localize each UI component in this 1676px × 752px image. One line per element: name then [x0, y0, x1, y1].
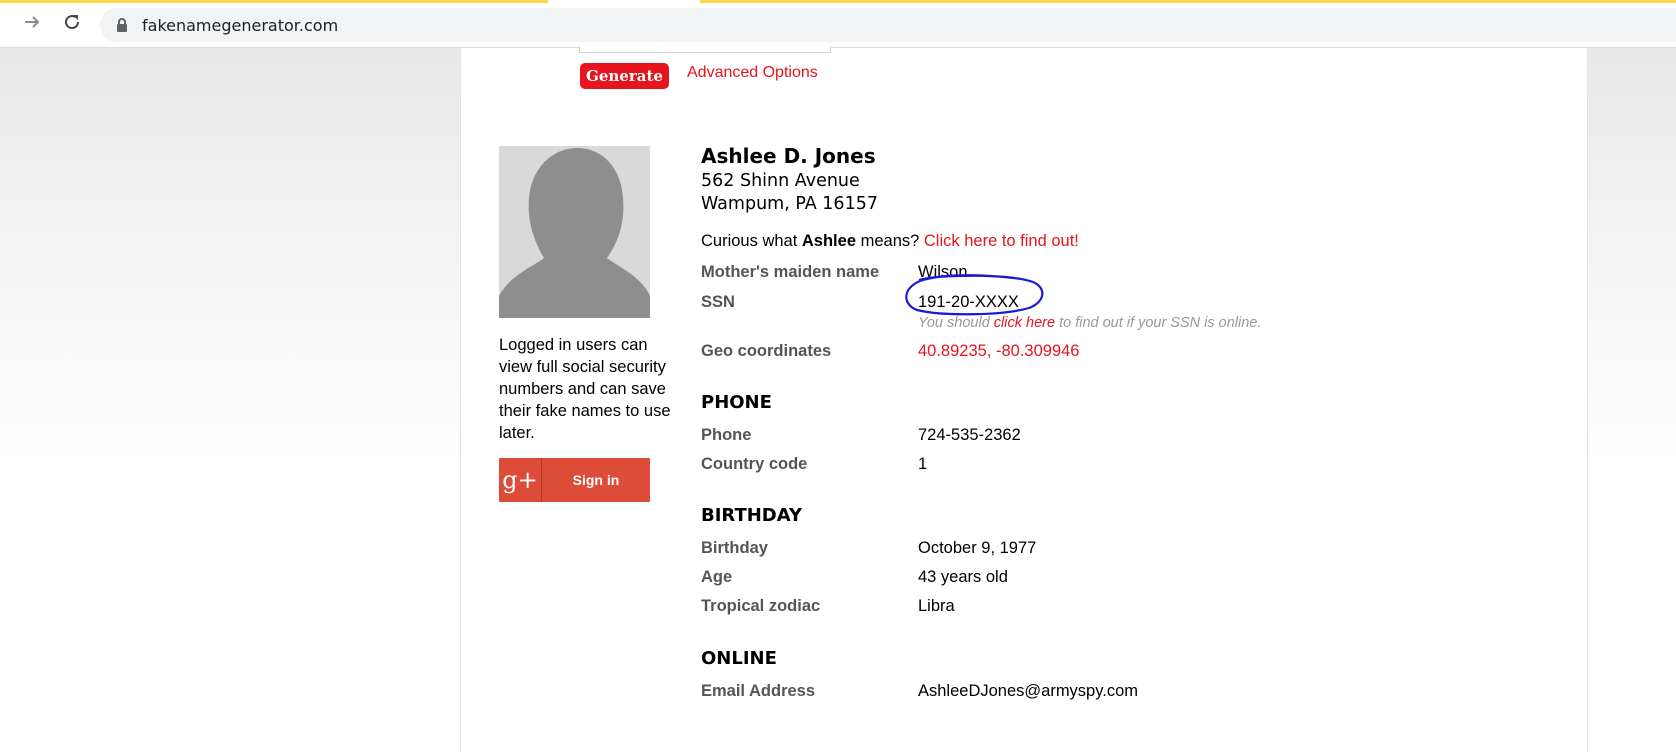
- curious-name: Ashlee: [801, 232, 856, 250]
- ssn-note-prefix: You should: [918, 315, 990, 331]
- birthday-row: Birthday October 9, 1977: [701, 539, 1561, 561]
- google-signin-button[interactable]: g+ Sign in: [499, 458, 650, 502]
- country-code-value: 1: [918, 455, 928, 473]
- online-heading: ONLINE: [701, 648, 777, 669]
- birthday-label: Birthday: [701, 539, 768, 557]
- geo-row: Geo coordinates 40.89235, -80.309946: [701, 342, 1561, 364]
- maiden-name-row: Mother's maiden name Wilson: [701, 263, 1561, 285]
- country-code-row: Country code 1: [701, 455, 1561, 477]
- tab-indicator: [700, 0, 1676, 3]
- name-meaning-prompt: Curious what Ashlee means? Click here to…: [701, 232, 1079, 251]
- ssn-note-suffix: to find out if your SSN is online.: [1059, 315, 1262, 331]
- arrow-right-icon: [23, 13, 41, 35]
- content-panel: Generate Advanced Options Logged in user…: [460, 46, 1588, 752]
- google-plus-icon: g+: [499, 458, 542, 502]
- reload-icon: [63, 13, 81, 35]
- name-meaning-link[interactable]: Click here to find out!: [924, 232, 1079, 250]
- birthday-heading: BIRTHDAY: [701, 505, 802, 526]
- ssn-value: 191-20-XXXX: [918, 293, 1019, 311]
- country-code-label: Country code: [701, 455, 808, 473]
- address-line-2: Wampum, PA 16157: [701, 194, 878, 214]
- maiden-name-label: Mother's maiden name: [701, 263, 880, 281]
- zodiac-value: Libra: [918, 597, 955, 615]
- maiden-name-value: Wilson: [918, 263, 968, 281]
- person-silhouette-icon: [499, 146, 650, 318]
- reload-button[interactable]: [58, 10, 86, 38]
- email-row: Email Address AshleeDJones@armyspy.com: [701, 682, 1561, 704]
- age-label: Age: [701, 568, 733, 586]
- identity-details: Ashlee D. Jones 562 Shinn Avenue Wampum,…: [701, 48, 1561, 752]
- address-line-1: 562 Shinn Avenue: [701, 171, 860, 191]
- full-name: Ashlee D. Jones: [701, 144, 876, 168]
- phone-heading: PHONE: [701, 392, 772, 413]
- ssn-label: SSN: [701, 293, 735, 311]
- ssn-note: You should click here to find out if you…: [918, 315, 1261, 331]
- ssn-row: SSN 191-20-XXXX: [701, 293, 1561, 315]
- tab-indicator: [0, 0, 548, 3]
- curious-mid: means?: [860, 232, 920, 250]
- address-bar[interactable]: fakenamegenerator.com: [100, 8, 1676, 42]
- zodiac-row: Tropical zodiac Libra: [701, 597, 1561, 619]
- url-text[interactable]: fakenamegenerator.com: [142, 16, 338, 35]
- geo-coordinates-link[interactable]: 40.89235, -80.309946: [918, 342, 1079, 361]
- login-note: Logged in users can view full social sec…: [499, 336, 671, 442]
- birthday-value: October 9, 1977: [918, 539, 1037, 557]
- email-value: AshleeDJones@armyspy.com: [918, 682, 1139, 700]
- signin-label: Sign in: [572, 472, 620, 488]
- geo-label: Geo coordinates: [701, 342, 832, 360]
- avatar: [499, 146, 650, 318]
- browser-toolbar: fakenamegenerator.com: [0, 0, 1676, 48]
- zodiac-label: Tropical zodiac: [701, 597, 821, 615]
- generate-button[interactable]: Generate: [580, 63, 669, 89]
- lock-icon: [116, 18, 130, 32]
- phone-label: Phone: [701, 426, 752, 444]
- age-value: 43 years old: [918, 568, 1008, 586]
- phone-value: 724-535-2362: [918, 426, 1021, 444]
- email-label: Email Address: [701, 682, 816, 700]
- age-row: Age 43 years old: [701, 568, 1561, 590]
- curious-prefix: Curious what: [701, 232, 798, 250]
- forward-button[interactable]: [18, 10, 46, 38]
- phone-row: Phone 724-535-2362: [701, 426, 1561, 448]
- ssn-check-link[interactable]: click here: [994, 315, 1055, 331]
